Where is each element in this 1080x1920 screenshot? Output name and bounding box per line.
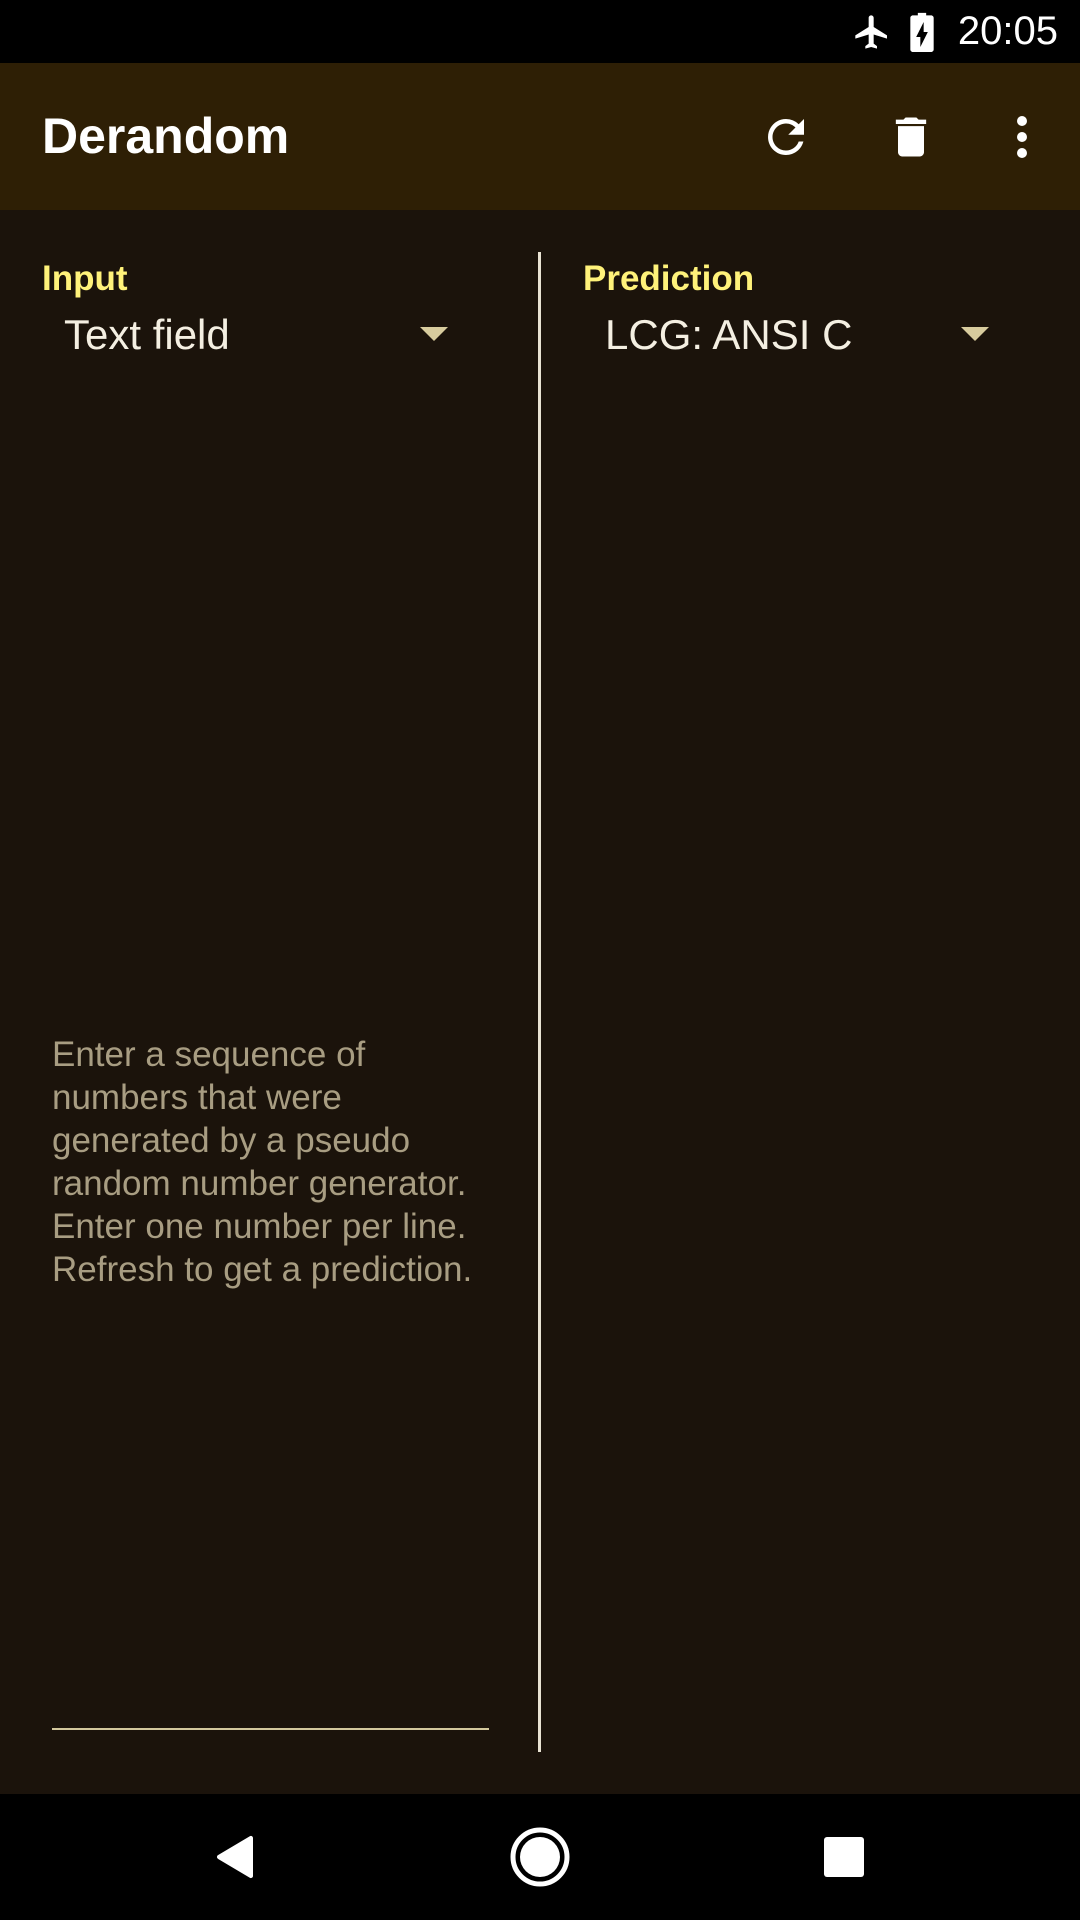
input-source-dropdown[interactable]: Text field (42, 305, 462, 365)
home-icon (510, 1827, 570, 1887)
status-time: 20:05 (957, 9, 1058, 53)
prediction-generator-dropdown[interactable]: LCG: ANSI C (583, 305, 1003, 365)
back-icon (216, 1835, 253, 1879)
chevron-down-icon (961, 327, 989, 341)
overflow-menu-button[interactable] (977, 63, 1067, 210)
input-field-underline (52, 1728, 489, 1730)
refresh-icon (768, 118, 804, 155)
home-button[interactable] (480, 1794, 600, 1920)
refresh-button[interactable] (741, 63, 831, 210)
delete-icon (895, 117, 927, 156)
battery-charging-icon (910, 12, 934, 52)
app-bar: Derandom (0, 63, 1080, 210)
airplane-mode-icon (855, 14, 887, 49)
recents-icon (824, 1837, 864, 1877)
recents-button[interactable] (784, 1794, 904, 1920)
prediction-label: Prediction (583, 259, 755, 298)
column-divider (538, 252, 541, 1752)
input-source-value: Text field (64, 311, 230, 358)
back-button[interactable] (175, 1794, 295, 1920)
app-title: Derandom (42, 108, 290, 164)
navigation-bar (0, 1794, 1080, 1920)
prediction-generator-value: LCG: ANSI C (605, 311, 853, 358)
overflow-menu-icon (1017, 115, 1027, 158)
status-bar: 20:05 (0, 0, 1080, 63)
number-input-field[interactable]: Enter a sequence of numbers that were ge… (52, 1033, 497, 1291)
input-label: Input (42, 259, 128, 298)
status-icons: 20:05 (852, 0, 1058, 63)
delete-button[interactable] (866, 63, 956, 210)
chevron-down-icon (420, 327, 448, 341)
